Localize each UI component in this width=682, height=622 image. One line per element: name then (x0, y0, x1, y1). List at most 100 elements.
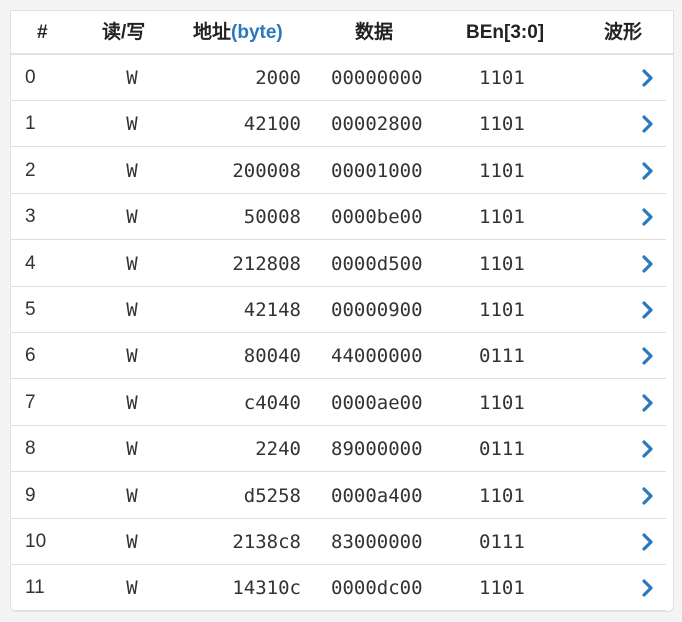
chevron-right-icon (642, 487, 653, 505)
row-address: c4040 (243, 392, 301, 414)
row-ben: 1101 (479, 160, 525, 182)
chevron-right-icon (642, 440, 653, 458)
row-data: 0000dc00 (331, 577, 423, 599)
header-read-write: 读/写 (102, 22, 146, 43)
row-address: d5258 (243, 485, 301, 507)
row-read-write: W (126, 253, 138, 275)
waveform-button[interactable] (641, 519, 661, 565)
table-row[interactable]: 6 W 80040 44000000 0111 (11, 333, 666, 379)
waveform-button[interactable] (641, 380, 661, 426)
chevron-right-icon (642, 579, 653, 597)
row-index: 10 (25, 531, 47, 552)
table-row[interactable]: 9 Wd5258 0000a400 1101 (11, 473, 666, 519)
row-address: 200008 (232, 160, 301, 182)
chevron-right-icon (642, 394, 653, 412)
row-address: 14310c (232, 577, 301, 599)
waveform-button[interactable] (641, 55, 661, 101)
waveform-button[interactable] (641, 287, 661, 333)
row-address: 42100 (243, 113, 301, 135)
waveform-button[interactable] (641, 148, 661, 194)
header-waveform: 波形 (604, 22, 643, 43)
table-header: # 读/写 地址(byte) 数据 BEn[3:0] 波形 (11, 11, 673, 55)
row-ben: 1101 (479, 299, 525, 321)
row-index: 1 (25, 113, 36, 134)
row-ben: 1101 (479, 392, 525, 414)
row-read-write: W (126, 392, 138, 414)
header-address-unit: (byte) (231, 22, 283, 43)
row-index: 5 (25, 299, 36, 320)
table-row[interactable]: 5 W 42148 00000900 1101 (11, 287, 666, 333)
row-address: 50008 (243, 206, 301, 228)
chevron-right-icon (642, 162, 653, 180)
waveform-button[interactable] (641, 473, 661, 519)
header-address-label: 地址 (193, 22, 232, 43)
chevron-right-icon (642, 115, 653, 133)
row-address: 2138c8 (232, 531, 301, 553)
row-data: 0000ae00 (331, 392, 423, 414)
row-ben: 0111 (479, 438, 525, 460)
table-row[interactable]: 7 Wc4040 0000ae00 1101 (11, 380, 666, 426)
row-data: 83000000 (331, 531, 423, 553)
waveform-button[interactable] (641, 241, 661, 287)
header-address: 地址(byte) (193, 11, 283, 53)
row-read-write: W (126, 299, 138, 321)
row-index: 3 (25, 206, 36, 227)
row-index: 4 (25, 253, 36, 274)
chevron-right-icon (642, 208, 653, 226)
table-row[interactable]: 1 W 42100 00002800 1101 (11, 101, 666, 147)
row-address: 2000 (255, 67, 301, 89)
chevron-right-icon (642, 255, 653, 273)
row-index: 9 (25, 485, 36, 506)
chevron-right-icon (642, 533, 653, 551)
chevron-right-icon (642, 301, 653, 319)
row-ben: 1101 (479, 67, 525, 89)
row-index: 11 (25, 577, 45, 598)
row-ben: 0111 (479, 531, 525, 553)
header-data: 数据 (355, 22, 394, 43)
row-ben: 1101 (479, 113, 525, 135)
table-row[interactable]: 2 W 200008 00001000 1101 (11, 148, 666, 194)
waveform-button[interactable] (641, 426, 661, 472)
row-ben: 1101 (479, 577, 525, 599)
chevron-right-icon (642, 69, 653, 87)
table-row[interactable]: 3 W 50008 0000be00 1101 (11, 194, 666, 240)
row-data: 0000be00 (331, 206, 423, 228)
row-index: 6 (25, 345, 36, 366)
waveform-button[interactable] (641, 333, 661, 379)
row-ben: 1101 (479, 253, 525, 275)
row-ben: 1101 (479, 485, 525, 507)
row-data: 00001000 (331, 160, 423, 182)
row-address: 2240 (255, 438, 301, 460)
row-data: 0000d500 (331, 253, 423, 275)
row-index: 2 (25, 160, 36, 181)
row-index: 7 (25, 392, 36, 413)
table-row[interactable]: 11 W 14310c 0000dc00 1101 (11, 565, 666, 611)
row-read-write: W (126, 67, 138, 89)
table-row[interactable]: 8 W 2240 89000000 0111 (11, 426, 666, 472)
row-index: 0 (25, 67, 36, 88)
row-read-write: W (126, 438, 138, 460)
row-data: 00000000 (331, 67, 423, 89)
waveform-button[interactable] (641, 194, 661, 240)
chevron-right-icon (642, 347, 653, 365)
bus-transaction-table: # 读/写 地址(byte) 数据 BEn[3:0] 波形 0 W 2000 0000… (10, 10, 674, 612)
header-ben: BEn[3:0] (466, 22, 545, 43)
row-read-write: W (126, 485, 138, 507)
row-ben: 1101 (479, 206, 525, 228)
row-data: 00002800 (331, 113, 423, 135)
row-read-write: W (126, 577, 138, 599)
row-index: 8 (25, 438, 36, 459)
row-address: 42148 (243, 299, 301, 321)
row-data: 89000000 (331, 438, 423, 460)
row-data: 0000a400 (331, 485, 423, 507)
row-read-write: W (126, 206, 138, 228)
table-row[interactable]: 0 W 2000 00000000 1101 (11, 55, 666, 101)
row-address: 80040 (243, 345, 301, 367)
row-data: 00000900 (331, 299, 423, 321)
table-row[interactable]: 10 W 2138c8 83000000 0111 (11, 519, 666, 565)
waveform-button[interactable] (641, 565, 661, 611)
row-read-write: W (126, 160, 138, 182)
header-index: # (37, 22, 48, 43)
table-row[interactable]: 4 W 212808 0000d500 1101 (11, 241, 666, 287)
waveform-button[interactable] (641, 101, 661, 147)
